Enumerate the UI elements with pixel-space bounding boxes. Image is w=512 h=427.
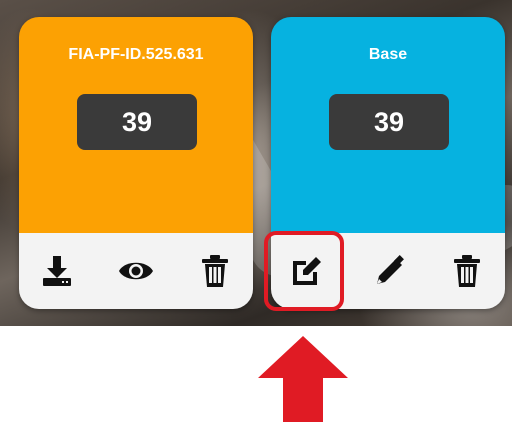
delete-button[interactable]	[447, 251, 487, 291]
card-fia-pf: FIA-PF-ID.525.631 39	[19, 17, 253, 309]
card-actions	[19, 233, 253, 309]
screenshot-stage: FIA-PF-ID.525.631 39 Base 39	[0, 0, 512, 424]
card-count: 39	[329, 94, 449, 150]
trash-icon	[453, 254, 481, 288]
eye-icon	[118, 258, 154, 284]
rename-button[interactable]	[370, 251, 410, 291]
pointer-arrow	[256, 336, 350, 422]
card-header: FIA-PF-ID.525.631 39	[19, 17, 253, 233]
view-button[interactable]	[116, 251, 156, 291]
highlight-box	[264, 231, 344, 311]
trash-icon	[201, 254, 229, 288]
pencil-icon	[374, 255, 406, 287]
card-title: FIA-PF-ID.525.631	[68, 46, 204, 63]
card-count: 39	[77, 94, 197, 150]
card-header: Base 39	[271, 17, 505, 233]
card-title: Base	[368, 46, 408, 63]
download-icon	[40, 254, 74, 288]
download-button[interactable]	[37, 251, 77, 291]
delete-button[interactable]	[195, 251, 235, 291]
